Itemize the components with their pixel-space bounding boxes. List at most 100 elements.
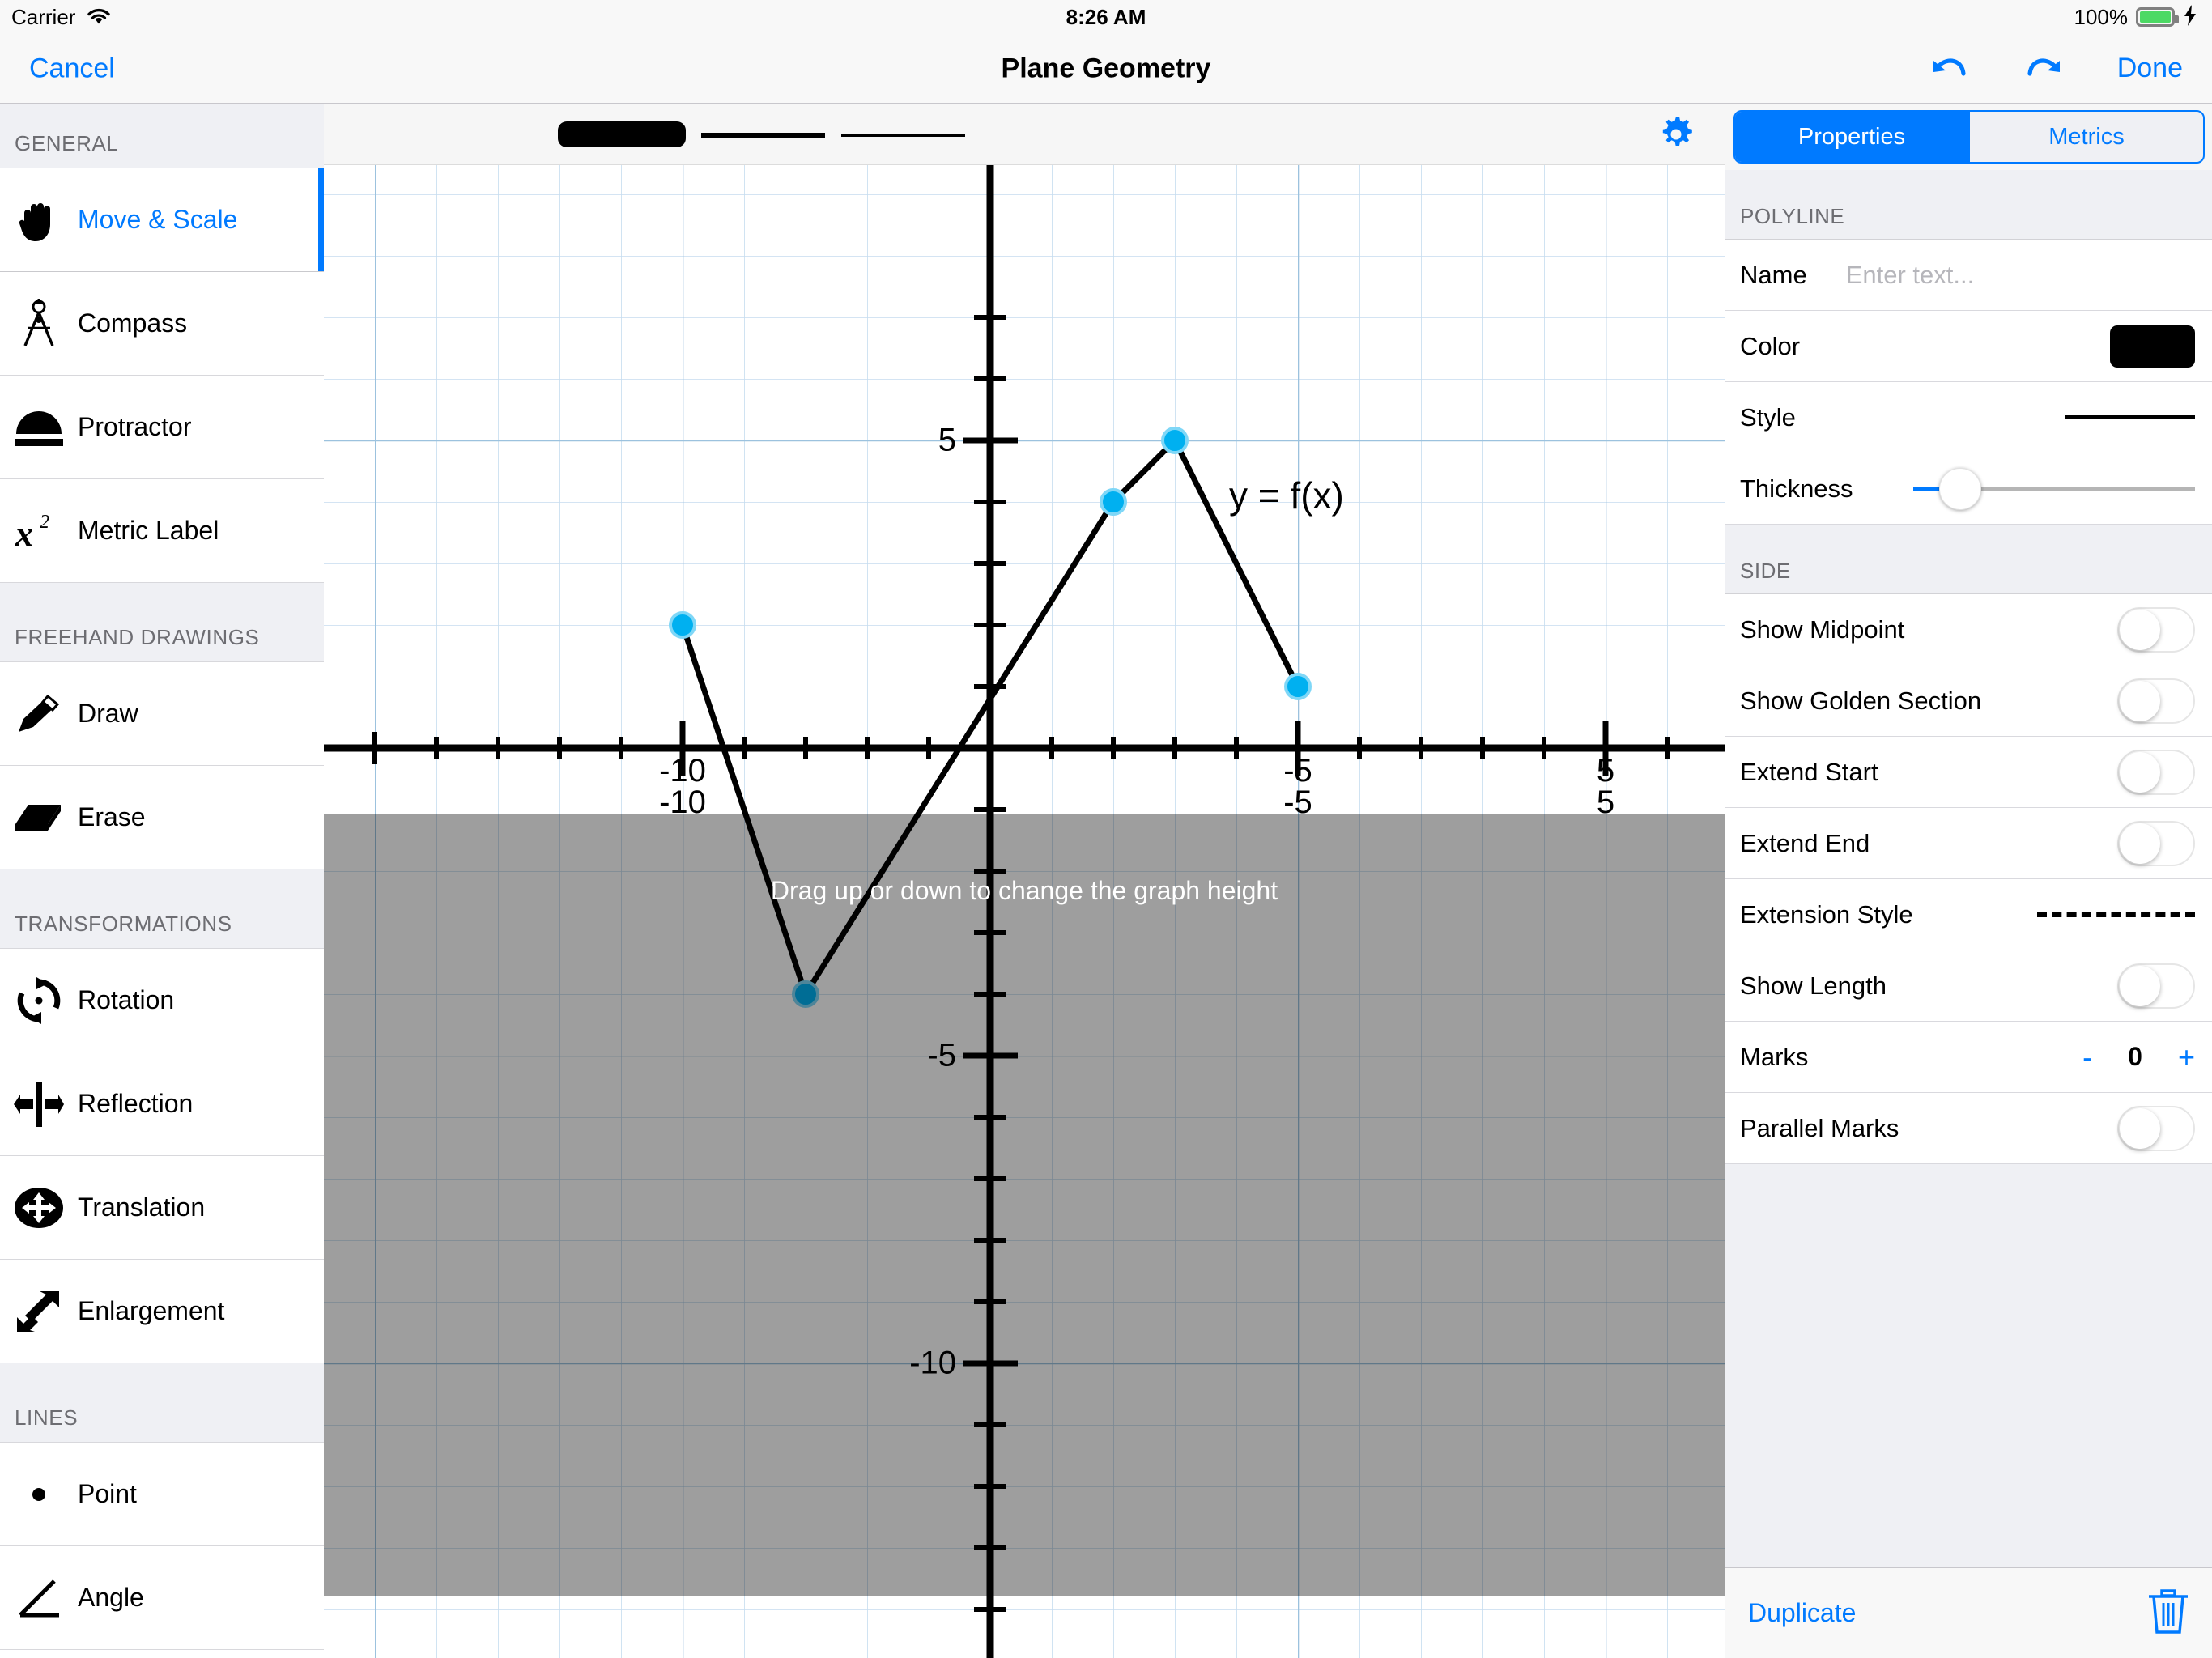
row-extension-style[interactable]: Extension Style (1725, 879, 2212, 950)
redo-icon[interactable] (2022, 51, 2067, 87)
sidebar-item-reflection[interactable]: Reflection (0, 1052, 324, 1156)
sidebar-item-point[interactable]: Point (0, 1443, 324, 1546)
sidebar-item-move-and-scale[interactable]: Move & Scale (0, 168, 324, 272)
row-style[interactable]: Style (1725, 382, 2212, 453)
app-root: Carrier 8:26 AM 100% Cancel Plane Geomet… (0, 0, 2212, 1658)
marks-increment-button[interactable]: + (2178, 1040, 2195, 1074)
pencil-icon (0, 693, 78, 735)
stroke-color-swatch[interactable] (558, 121, 686, 147)
battery-icon (2136, 7, 2175, 27)
row-label: Show Golden Section (1740, 687, 1981, 716)
xtick-label: -5 (1283, 784, 1312, 820)
undo-icon[interactable] (1926, 51, 1972, 87)
graph-toolbar (324, 104, 1725, 165)
row-label: Show Midpoint (1740, 615, 1904, 644)
thick-line-icon[interactable] (701, 133, 825, 138)
navigation-bar-right: Done (1926, 51, 2183, 87)
clock: 8:26 AM (0, 5, 2212, 30)
row-label: Extend End (1740, 829, 1870, 858)
extend-end-toggle[interactable] (2117, 821, 2195, 866)
sidebar-item-metric-label[interactable]: x 2 Metric Label (0, 479, 324, 583)
sidebar-item-label: Erase (78, 802, 146, 832)
duplicate-button[interactable]: Duplicate (1748, 1598, 1856, 1628)
row-label: Show Length (1740, 971, 1887, 1001)
done-button[interactable]: Done (2117, 53, 2183, 84)
row-marks[interactable]: Marks - 0 + (1725, 1022, 2212, 1093)
protractor-icon (0, 408, 78, 447)
slider-knob[interactable] (1939, 468, 1981, 510)
thin-line-icon[interactable] (841, 134, 965, 137)
page-title: Plane Geometry (0, 53, 2212, 84)
tab-metrics[interactable]: Metrics (1968, 112, 2203, 162)
sidebar-item-enlargement[interactable]: Enlargement (0, 1260, 324, 1363)
row-extend-start[interactable]: Extend Start (1725, 737, 2212, 808)
trash-icon[interactable] (2146, 1588, 2190, 1639)
row-color[interactable]: Color (1725, 311, 2212, 382)
row-extend-end[interactable]: Extend End (1725, 808, 2212, 879)
row-show-golden-section[interactable]: Show Golden Section (1725, 665, 2212, 737)
row-show-length[interactable]: Show Length (1725, 950, 2212, 1022)
row-name[interactable]: Name Enter text... (1725, 240, 2212, 311)
gear-icon[interactable] (1658, 117, 1694, 156)
name-input[interactable]: Enter text... (1846, 261, 1975, 290)
row-label: Style (1740, 403, 1796, 432)
tab-properties[interactable]: Properties (1735, 112, 1968, 162)
parallel-marks-toggle[interactable] (2117, 1106, 2195, 1151)
sidebar-item-label: Rotation (78, 985, 174, 1015)
reflection-icon (0, 1082, 78, 1127)
sidebar-item-label: Reflection (78, 1089, 193, 1119)
rotation-icon (0, 977, 78, 1024)
sidebar-section-header-general: GENERAL (0, 104, 324, 168)
graph-pane[interactable]: -10 -5 5 -10 -5 5 10 5 -5 -10 (324, 104, 1725, 1658)
marks-decrement-button[interactable]: - (2082, 1040, 2092, 1074)
row-label: Name (1740, 261, 1807, 290)
sidebar-item-rotation[interactable]: Rotation (0, 949, 324, 1052)
dashed-line-icon[interactable] (2037, 912, 2195, 917)
color-swatch-button[interactable] (2110, 325, 2195, 368)
row-label: Color (1740, 332, 1800, 361)
row-thickness[interactable]: Thickness (1725, 453, 2212, 525)
sidebar-item-translation[interactable]: Translation (0, 1156, 324, 1260)
eraser-icon (0, 800, 78, 835)
sidebar-item-label: Compass (78, 308, 187, 338)
inspector-empty-space (1725, 1164, 2212, 1567)
sidebar-item-compass[interactable]: Compass (0, 272, 324, 376)
sidebar-item-protractor[interactable]: Protractor (0, 376, 324, 479)
show-length-toggle[interactable] (2117, 963, 2195, 1009)
sidebar-item-label: Move & Scale (78, 205, 237, 235)
sidebar-item-draw[interactable]: Draw (0, 662, 324, 766)
inspector-scroll-area: POLYLINE Name Enter text... Color Style … (1725, 170, 2212, 1567)
thickness-slider[interactable] (1913, 473, 2195, 505)
sidebar-item-label: Enlargement (78, 1296, 224, 1326)
sidebar-item-label: Angle (78, 1583, 144, 1613)
marks-stepper[interactable]: - 0 + (2082, 1040, 2195, 1074)
status-bar: Carrier 8:26 AM 100% (0, 0, 2212, 34)
translation-icon (0, 1187, 78, 1229)
inspector-tab-bar[interactable]: Properties Metrics (1733, 110, 2205, 164)
marks-value: 0 (2128, 1042, 2142, 1072)
coordinate-plane[interactable]: -10 -5 5 (324, 165, 1725, 1658)
sidebar-item-label: Point (78, 1479, 137, 1509)
row-show-midpoint[interactable]: Show Midpoint (1725, 594, 2212, 665)
xtick-label: -10 (659, 784, 706, 820)
sidebar-item-label: Translation (78, 1192, 205, 1222)
show-golden-section-toggle[interactable] (2117, 678, 2195, 724)
compass-icon (0, 299, 78, 349)
sidebar-item-erase[interactable]: Erase (0, 766, 324, 869)
point-icon (0, 1482, 78, 1507)
row-parallel-marks[interactable]: Parallel Marks (1725, 1093, 2212, 1164)
enlargement-icon (0, 1290, 78, 1333)
section-header-polyline: POLYLINE (1725, 170, 2212, 240)
extend-start-toggle[interactable] (2117, 750, 2195, 795)
show-midpoint-toggle[interactable] (2117, 607, 2195, 653)
svg-text:2: 2 (40, 512, 49, 533)
angle-icon (0, 1578, 78, 1618)
tool-sidebar[interactable]: GENERAL Move & Scale Compass (0, 104, 324, 1658)
solid-line-icon[interactable] (2065, 415, 2195, 419)
row-label: Thickness (1740, 474, 1853, 504)
sidebar-section-header-lines: LINES (0, 1363, 324, 1443)
sidebar-item-label: Metric Label (78, 516, 219, 546)
x-squared-icon: x 2 (0, 510, 78, 552)
sidebar-section-header-freehand-drawings: FREEHAND DRAWINGS (0, 583, 324, 662)
sidebar-item-angle[interactable]: Angle (0, 1546, 324, 1650)
